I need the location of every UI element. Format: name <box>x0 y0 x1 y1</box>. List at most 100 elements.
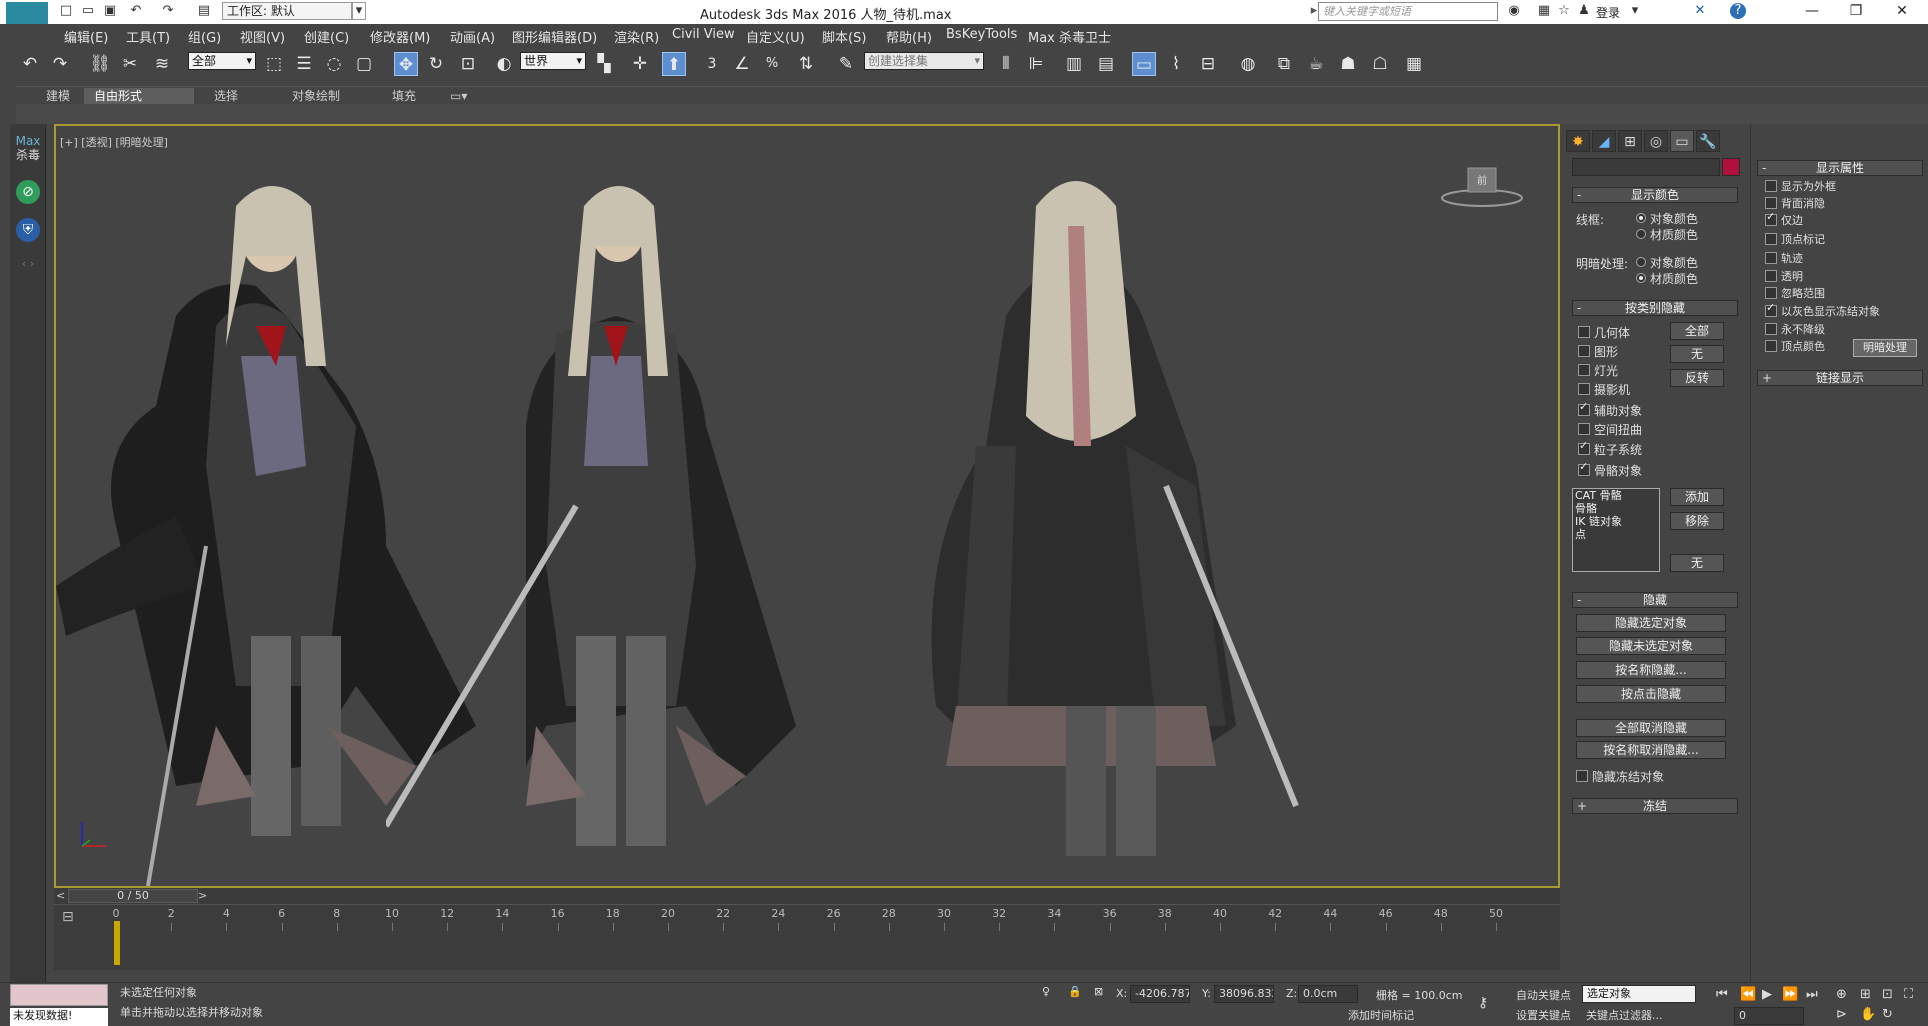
curve-editor-mini-icon[interactable]: ⊟ <box>62 909 74 925</box>
list-item[interactable]: CAT 骨骼 <box>1573 489 1659 502</box>
tab-object-paint[interactable]: 对象绘制 <box>282 88 350 104</box>
open-file-icon[interactable]: ▭ <box>80 3 96 19</box>
maxscript-status[interactable]: 未发现数据! <box>10 1008 108 1026</box>
menu-bskeytools[interactable]: BsKeyTools <box>946 27 1017 42</box>
pan-icon[interactable]: ✋ <box>1860 1007 1876 1022</box>
ignore-extents-checkbox[interactable]: 忽略范围 <box>1765 285 1825 301</box>
list-item[interactable]: 骨骼 <box>1573 502 1659 515</box>
menu-views[interactable]: 视图(V) <box>240 27 285 46</box>
link-icon[interactable]: ⛓ <box>88 52 112 76</box>
menu-tools[interactable]: 工具(T) <box>126 27 170 46</box>
tab-populate[interactable]: 填充 <box>382 88 426 104</box>
hide-all-button[interactable]: 全部 <box>1670 322 1724 340</box>
current-frame-marker[interactable] <box>114 921 120 965</box>
manipulate-icon[interactable]: ✛ <box>628 52 652 76</box>
hide-cameras-checkbox[interactable]: 摄影机 <box>1578 381 1630 398</box>
utilities-tab-icon[interactable]: 🔧 <box>1696 130 1720 152</box>
render-iterative-icon[interactable]: ☖ <box>1368 52 1392 76</box>
goto-start-icon[interactable]: ⏮ <box>1716 987 1728 1002</box>
menu-modifiers[interactable]: 修改器(M) <box>370 27 430 46</box>
wireframe-material-color-radio[interactable]: 材质颜色 <box>1636 226 1698 243</box>
hide-geometry-checkbox[interactable]: 几何体 <box>1578 324 1630 341</box>
character-model-front[interactable] <box>386 166 886 886</box>
user-icon[interactable]: ♟ <box>1576 3 1592 19</box>
y-coord-field[interactable]: 38096.832 <box>1214 985 1274 1003</box>
menu-edit[interactable]: 编辑(E) <box>64 27 108 46</box>
never-degrade-checkbox[interactable]: 永不降级 <box>1765 321 1825 337</box>
create-tab-icon[interactable]: ✸ <box>1566 130 1590 152</box>
category-add-button[interactable]: 添加 <box>1670 488 1724 506</box>
save-icon[interactable]: ▣ <box>102 3 118 19</box>
restore-button[interactable]: ❐ <box>1834 0 1878 24</box>
display-as-box-checkbox[interactable]: 显示为外框 <box>1765 178 1836 194</box>
modify-tab-icon[interactable]: ◢ <box>1592 130 1616 152</box>
minimize-button[interactable]: — <box>1790 0 1834 24</box>
keyboard-shortcut-override-icon[interactable]: ⬆ <box>662 52 686 76</box>
perspective-viewport[interactable]: [+] [透视] [明暗处理] 前 <box>54 124 1560 888</box>
isolate-icon[interactable]: ♀ <box>1042 985 1050 998</box>
zoom-all-icon[interactable]: ⊞ <box>1860 987 1871 1002</box>
render-online-icon[interactable]: ▦ <box>1402 52 1426 76</box>
window-crossing-icon[interactable]: ▢ <box>352 52 376 76</box>
key-mode-dropdown[interactable]: 选定对象 <box>1582 985 1696 1003</box>
selection-filter-dropdown[interactable]: 全部 <box>188 52 256 70</box>
hide-particles-checkbox[interactable]: 粒子系统 <box>1578 439 1642 458</box>
ribbon-toggle-icon[interactable]: ▭ <box>1132 52 1156 76</box>
unlink-icon[interactable]: ✂ <box>118 52 142 76</box>
hide-by-category-rollout[interactable]: - 按类别隐藏 <box>1572 300 1738 316</box>
wireframe-object-color-radio[interactable]: 对象颜色 <box>1636 210 1698 227</box>
category-remove-button[interactable]: 移除 <box>1670 512 1724 530</box>
link-display-rollout[interactable]: + 链接显示 <box>1757 370 1923 386</box>
key-icon[interactable]: ⚷ <box>1478 995 1488 1011</box>
curve-editor-icon[interactable]: ⌇ <box>1164 52 1188 76</box>
undo-quick-icon[interactable]: ↶ <box>128 3 144 19</box>
new-file-icon[interactable]: □ <box>58 3 74 19</box>
vertex-ticks-checkbox[interactable]: 顶点标记 <box>1765 231 1825 247</box>
subscription-icon[interactable]: ▦ <box>1536 3 1552 19</box>
zoom-extents-icon[interactable]: ⊡ <box>1882 987 1893 1002</box>
current-frame-field[interactable]: 0 <box>1734 1007 1804 1025</box>
hierarchy-tab-icon[interactable]: ⊞ <box>1618 130 1642 152</box>
shaded-button[interactable]: 明暗处理 <box>1853 339 1917 357</box>
hide-by-hit-button[interactable]: 按点击隐藏 <box>1576 685 1726 703</box>
hide-unselected-button[interactable]: 隐藏未选定对象 <box>1576 637 1726 655</box>
object-color-swatch[interactable] <box>1722 158 1740 176</box>
maximize-viewport-icon[interactable]: ⛶ <box>1904 987 1913 1002</box>
tab-freeform[interactable]: 自由形式 <box>84 88 194 104</box>
select-rotate-icon[interactable]: ↻ <box>424 52 448 76</box>
menu-customize[interactable]: 自定义(U) <box>746 27 805 46</box>
workspace-dropdown[interactable]: 工作区: 默认 <box>222 2 352 20</box>
goto-end-icon[interactable]: ⏭ <box>1806 987 1818 1002</box>
hide-rollout[interactable]: - 隐藏 <box>1572 592 1738 608</box>
zoom-icon[interactable]: ⊕ <box>1836 987 1847 1002</box>
character-model-back[interactable] <box>896 166 1356 886</box>
reference-coordinate-dropdown[interactable]: 世界 <box>520 52 586 70</box>
hide-invert-button[interactable]: 反转 <box>1670 369 1724 387</box>
material-editor-icon[interactable]: ◍ <box>1236 52 1260 76</box>
select-place-icon[interactable]: ◐ <box>492 52 516 76</box>
help-icon[interactable]: ? <box>1730 3 1746 19</box>
render-production-icon[interactable]: ☗ <box>1336 52 1360 76</box>
next-frame-icon[interactable]: ⏩ <box>1782 987 1798 1002</box>
selection-region-icon[interactable]: ◌ <box>322 52 346 76</box>
menu-graph-editors[interactable]: 图形编辑器(D) <box>512 27 597 46</box>
menu-animation[interactable]: 动画(A) <box>450 27 495 46</box>
edges-only-checkbox[interactable]: 仅边 <box>1765 210 1803 228</box>
menu-scripting[interactable]: 脚本(S) <box>822 27 866 46</box>
menu-max-antivirus[interactable]: Max 杀毒卫士 <box>1028 27 1111 46</box>
login-button[interactable]: 登录 <box>1596 4 1620 21</box>
shield-icon[interactable]: ⛨ <box>16 218 40 242</box>
workspace-dropdown-arrow-icon[interactable]: ▾ <box>352 2 366 20</box>
object-name-field[interactable] <box>1572 158 1720 176</box>
category-list[interactable]: CAT 骨骼 骨骼 IK 链对象 点 <box>1572 488 1660 572</box>
undo-icon[interactable]: ↶ <box>18 52 42 76</box>
add-time-tag[interactable]: 添加时间标记 <box>1348 1007 1414 1023</box>
select-move-icon[interactable]: ✥ <box>394 52 418 76</box>
display-tab-icon[interactable]: ▭ <box>1670 130 1694 152</box>
align-icon[interactable]: ⊫ <box>1024 52 1048 76</box>
bind-spacewarp-icon[interactable]: ≋ <box>150 52 174 76</box>
select-by-name-icon[interactable]: ☰ <box>292 52 316 76</box>
close-button[interactable]: ✕ <box>1880 0 1924 24</box>
maxscript-listener[interactable] <box>10 984 108 1006</box>
select-scale-icon[interactable]: ⊡ <box>456 52 480 76</box>
